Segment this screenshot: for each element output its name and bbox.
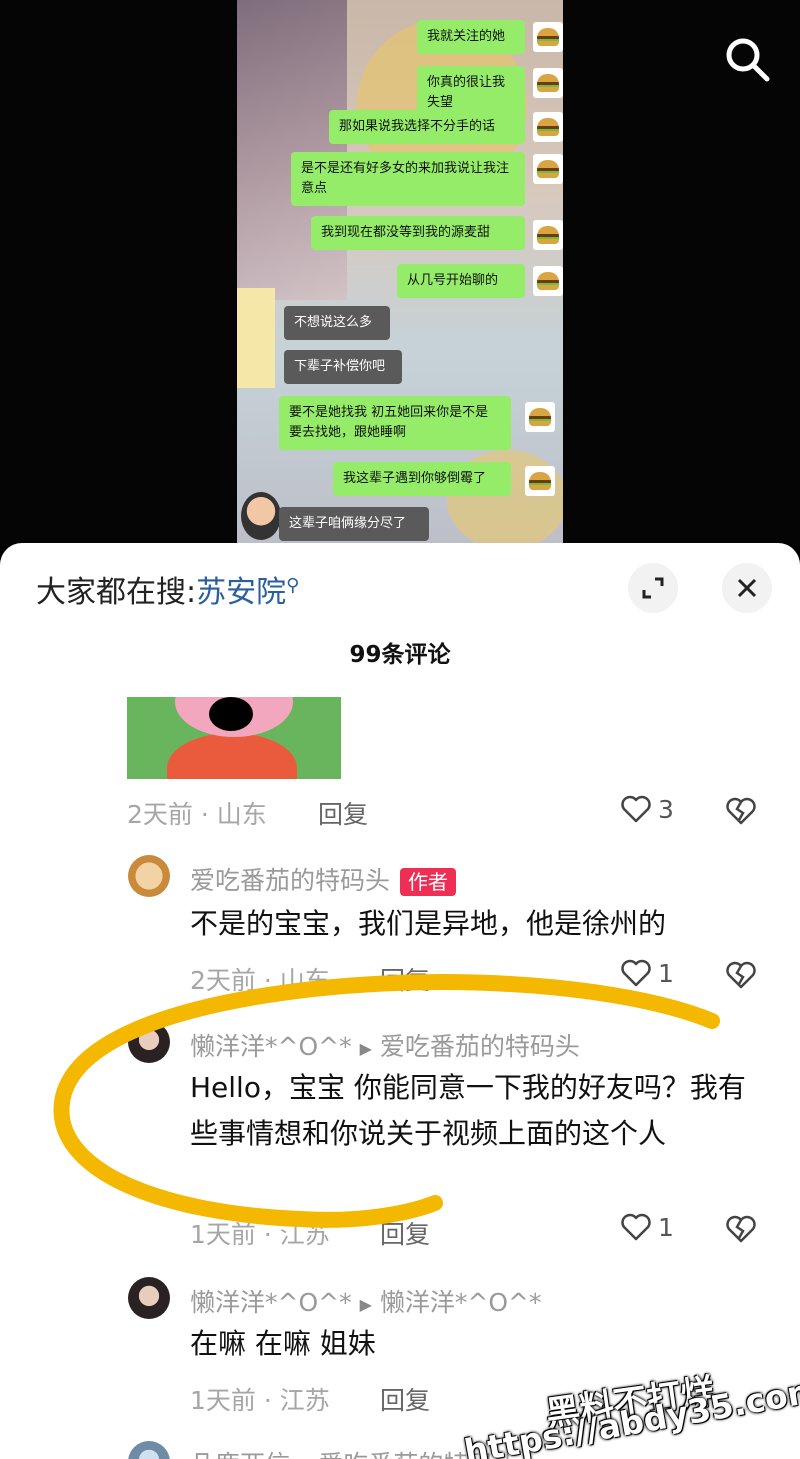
comment-text: Hello，宝宝 你能同意一下我的好友吗？我有些事情想和你说关于视频上面的这个人 [190,1071,746,1150]
close-button[interactable] [722,563,772,613]
broken-heart-icon[interactable] [724,793,758,827]
heart-icon [621,795,651,823]
comment-meta: 1天前 · 江苏 [190,1386,330,1415]
hot-search-bar[interactable]: 大家都在搜:苏安院⚲ [36,567,299,611]
comment-sheet: 大家都在搜:苏安院⚲ 99条评论 2天前 · 山东 回复 3 爱吃番茄的特码头作… [0,543,800,1459]
search-small-icon: ⚲ [286,575,300,596]
comment-meta: 1天前 · 江苏 [190,1220,330,1249]
username-text: 懒洋洋*^O^* [190,1288,352,1317]
expand-icon [642,577,664,599]
expand-button[interactable] [628,563,678,613]
like-button[interactable]: 3 [620,793,674,825]
burger-avatar-icon [533,112,563,142]
chat-avatar-person [241,492,281,540]
burger-avatar-icon [525,466,555,496]
background-figure [237,0,347,300]
comment-text: 不是的宝宝，我们是异地，他是徐州的 [190,907,667,940]
chat-bubble-me: 我这辈子遇到你够倒霉了 [333,462,511,496]
burger-avatar-icon [533,266,563,296]
username-text: 懒洋洋*^O^* [190,1032,352,1061]
hot-search-prefix: 大家都在搜: [36,575,197,610]
chat-bubble-me: 从几号开始聊的 [397,264,525,298]
comment-count-title: 99条评论 [349,642,451,668]
comment-text: 在嘛 在嘛 姐妹 [190,1327,376,1360]
reply-button[interactable]: 回复 [380,961,430,997]
comment-sticker-image[interactable] [127,697,341,779]
burger-avatar-icon [533,68,563,98]
burger-avatar-icon [533,220,563,250]
comment-username[interactable]: 懒洋洋*^O^* ▶ 爱吃番茄的特码头 [190,1027,580,1063]
hot-search-term[interactable]: 苏安院 [196,575,286,610]
like-count: 3 [658,794,674,824]
avatar[interactable] [128,1277,170,1319]
chat-bubble-me: 那如果说我选择不分手的话 [329,110,525,144]
like-button[interactable]: 1 [620,957,674,989]
author-badge: 作者 [400,868,457,896]
burger-avatar-icon [533,154,563,184]
comment-username[interactable]: 懒洋洋*^O^* ▶ 懒洋洋*^O^* [190,1283,541,1319]
reply-to-username: 爱吃番茄的特码头 [379,1032,580,1061]
burger-avatar-icon [533,22,563,52]
chat-bubble-them: 下辈子补偿你吧 [284,350,402,384]
reply-button[interactable]: 回复 [318,795,368,831]
like-button[interactable]: 1 [620,1211,674,1243]
broken-heart-icon[interactable] [724,1211,758,1245]
search-icon[interactable] [722,34,772,84]
username-text: 凡鹿两信 [190,1450,290,1459]
comment-username[interactable]: 爱吃番茄的特码头 作者 [190,861,457,897]
chat-bubble-them: 不想说这么多 [284,306,390,340]
chat-bubble-me: 我到现在都没等到我的源麦甜 [311,216,525,250]
reply-arrow-icon: ▶ [359,1038,372,1058]
chat-bubble-me: 是不是还有好多女的来加我说让我注意点 [291,152,525,206]
reply-to-username: 懒洋洋*^O^* [379,1288,542,1317]
video-area[interactable]: 我就关注的她 你真的很让我失望 那如果说我选择不分手的话 是不是还有好多女的来加… [0,0,800,545]
burger-avatar-icon [525,402,555,432]
like-count: 1 [658,958,674,988]
close-icon [737,578,757,598]
reply-arrow-icon: ▶ [359,1294,372,1314]
like-count: 1 [658,1212,674,1242]
chat-bubble-them: 这辈子咱俩缘分尽了 [279,507,429,541]
avatar[interactable] [128,1441,170,1459]
chat-avatar-left [237,288,275,388]
broken-heart-icon[interactable] [724,957,758,991]
comment-meta: 2天前 · 山东 [127,800,267,829]
heart-icon [621,959,651,987]
chat-bubble-me: 我就关注的她 [417,20,525,54]
video-frame: 我就关注的她 你真的很让我失望 那如果说我选择不分手的话 是不是还有好多女的来加… [237,0,563,545]
reply-button[interactable]: 回复 [380,1381,430,1417]
reply-button[interactable]: 回复 [380,1215,430,1251]
chat-bubble-me: 要不是她找我 初五她回来你是不是要去找她，跟她睡啊 [279,396,511,450]
comment-meta: 2天前 · 山东 [190,966,330,995]
avatar[interactable] [128,1021,170,1063]
avatar[interactable] [128,855,170,897]
heart-icon [621,1213,651,1241]
username-text: 爱吃番茄的特码头 [190,866,391,895]
